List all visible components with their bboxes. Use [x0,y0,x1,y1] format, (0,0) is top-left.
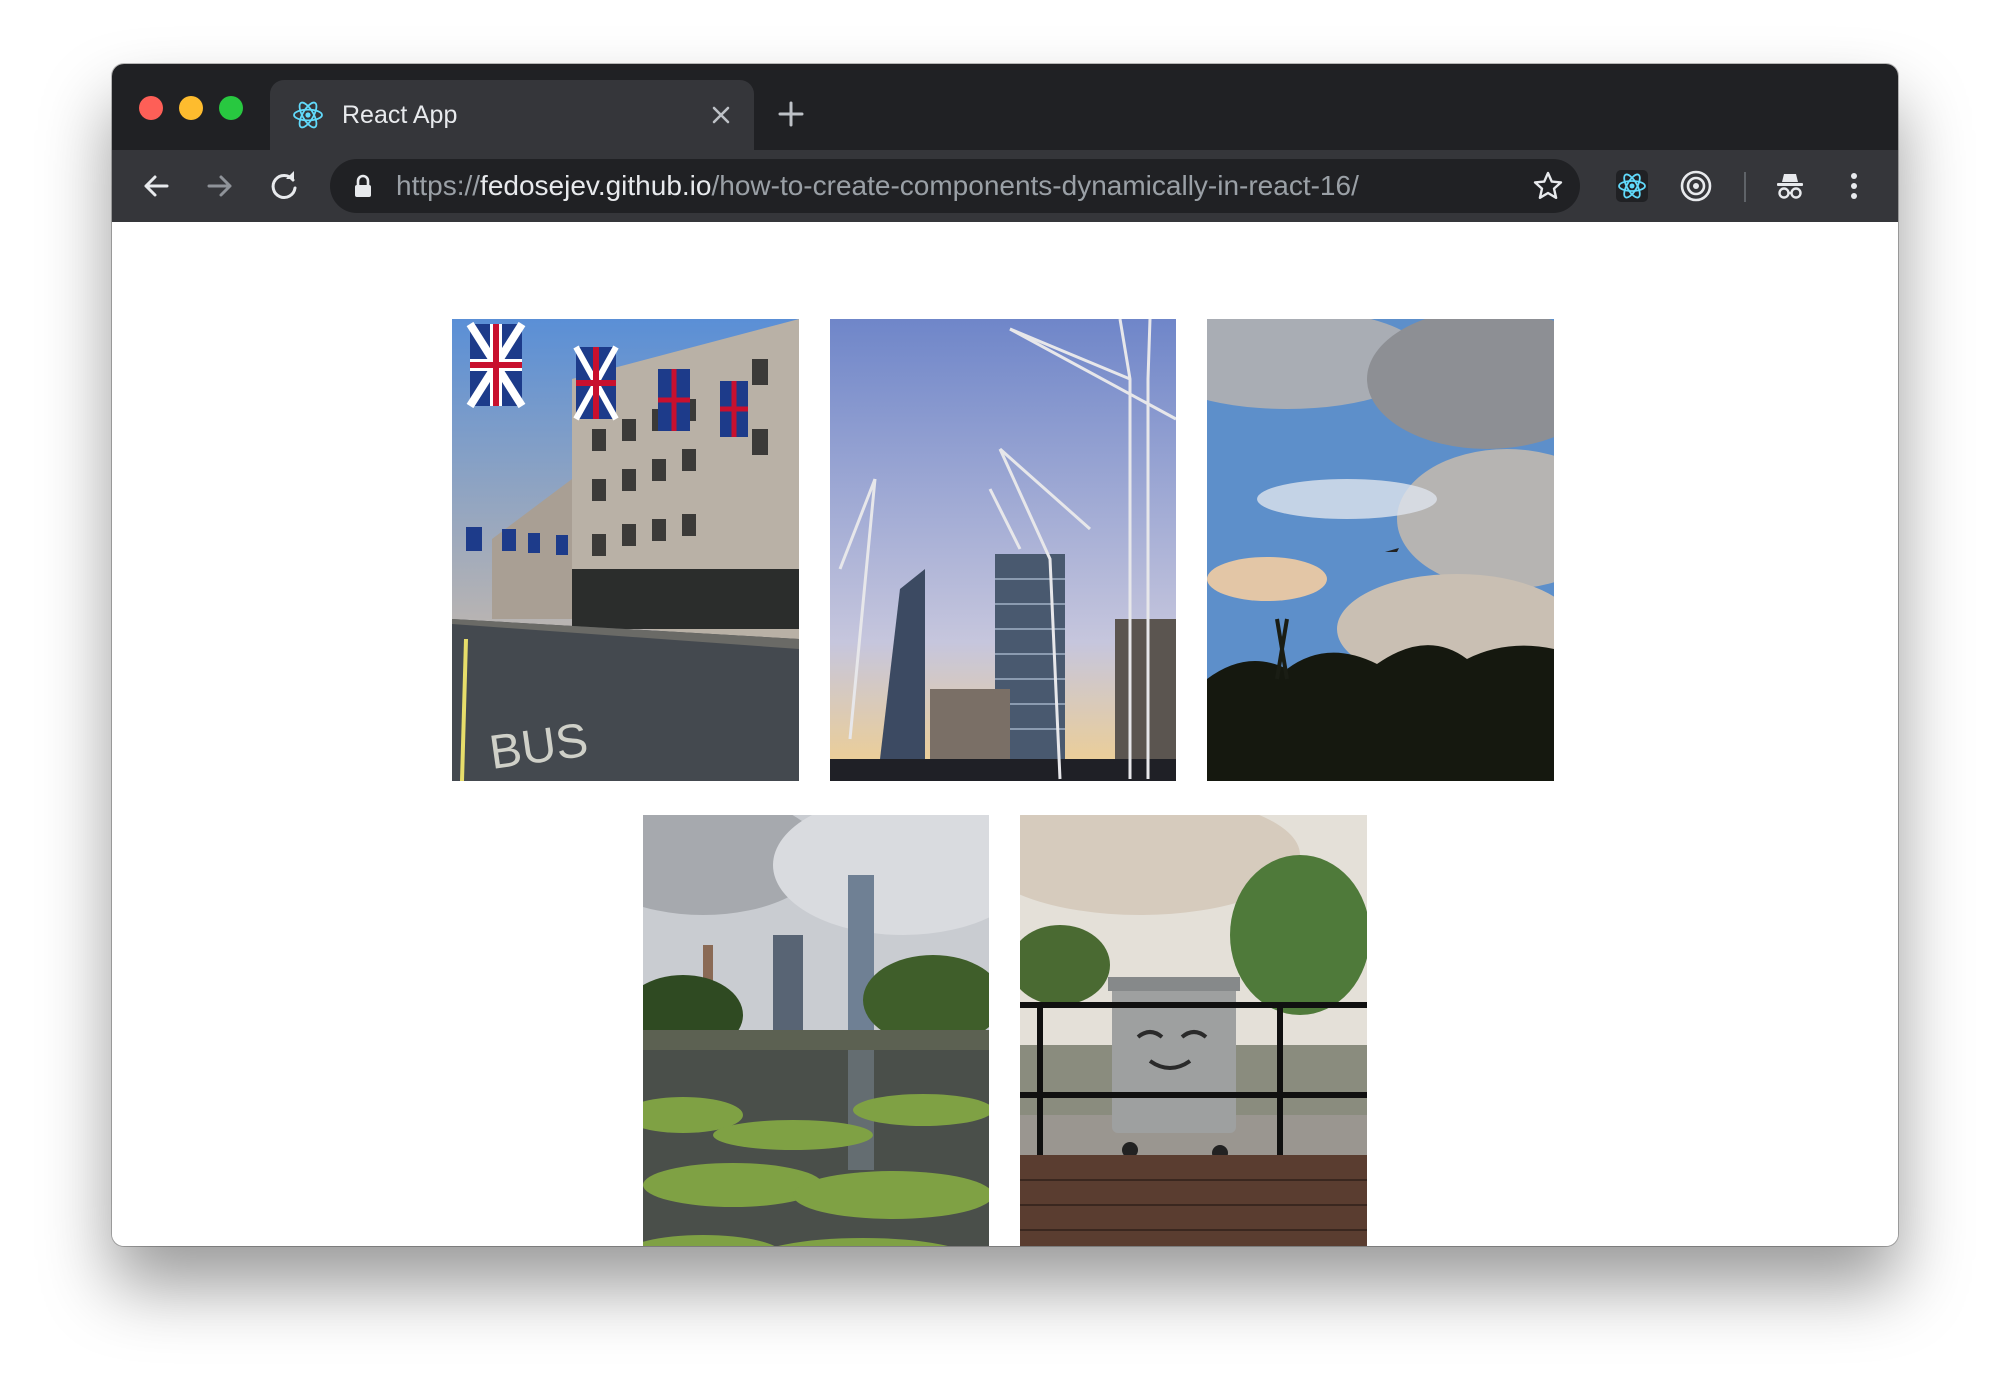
arrow-right-icon[interactable] [202,168,238,204]
photo-cloudy-sky[interactable] [1207,319,1554,781]
title-bar: React App [112,64,1898,150]
react-logo-icon [292,99,324,131]
photo-oxford-street[interactable]: BUS [452,319,799,781]
photo-wheelie-bin[interactable] [1020,815,1367,1246]
url-host: fedosejev.github.io [480,170,712,201]
plus-icon[interactable] [776,99,806,129]
tab-title: React App [342,101,458,129]
minimize-window-button[interactable] [179,96,203,120]
close-icon[interactable] [708,102,734,128]
tab-react-app[interactable]: React App [270,80,754,150]
url-path: /how-to-create-components-dynamically-in… [711,170,1359,201]
incognito-icon[interactable] [1772,168,1808,204]
browser-window: React App https://fedosejev.github.io/ho… [112,64,1898,1246]
maximize-window-button[interactable] [219,96,243,120]
page-content: BUS [112,222,1898,1246]
photo-canal[interactable] [643,815,989,1246]
react-devtools-icon[interactable] [1614,168,1650,204]
lock-icon[interactable] [352,174,374,198]
reload-icon[interactable] [266,168,302,204]
kebab-menu-icon[interactable] [1836,168,1872,204]
close-window-button[interactable] [139,96,163,120]
target-icon[interactable] [1678,168,1714,204]
address-bar[interactable]: https://fedosejev.github.io/how-to-creat… [330,159,1580,213]
browser-toolbar: https://fedosejev.github.io/how-to-creat… [112,150,1898,222]
arrow-left-icon[interactable] [138,168,174,204]
photo-construction-cranes[interactable] [830,319,1176,781]
star-icon[interactable] [1532,170,1564,202]
url-scheme: https:// [396,170,481,201]
url-text: https://fedosejev.github.io/how-to-creat… [396,159,1359,213]
toolbar-divider [1744,172,1746,202]
